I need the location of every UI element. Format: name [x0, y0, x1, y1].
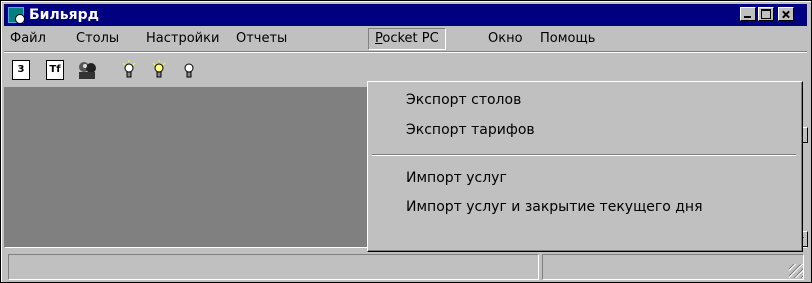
close-icon[interactable]: [778, 7, 794, 21]
menu-help[interactable]: Помощь: [534, 28, 601, 50]
menu-window[interactable]: Окно: [482, 28, 529, 50]
status-bar: [4, 252, 807, 280]
status-pane-main: [8, 254, 539, 280]
tariff-document-icon[interactable]: Tf: [46, 60, 64, 80]
title-bar[interactable]: Бильярд: [4, 4, 807, 26]
menu-export-tariffs[interactable]: Экспорт тарифов: [406, 119, 535, 141]
menu-pocket-pc-label: ocket PC: [382, 31, 439, 46]
resize-grip-icon[interactable]: [789, 264, 803, 278]
menu-pocket-pc[interactable]: Pocket PC: [368, 28, 446, 50]
minimize-icon[interactable]: [740, 7, 756, 21]
menu-import-services[interactable]: Импорт услуг: [406, 167, 507, 189]
maximize-icon[interactable]: [758, 7, 774, 21]
lightbulb-on-icon[interactable]: [122, 60, 136, 80]
status-pane-secondary: [542, 254, 804, 280]
people-icon[interactable]: [76, 60, 100, 80]
menu-settings[interactable]: Настройки: [140, 28, 225, 50]
menu-separator: [4, 51, 807, 53]
pocket-pc-menu: Экспорт столов Экспорт тарифов Импорт ус…: [367, 81, 803, 252]
menu-file[interactable]: Файл: [4, 28, 52, 50]
lightbulb-off-icon[interactable]: [182, 60, 196, 80]
app-icon[interactable]: [8, 7, 25, 24]
menu-bar: Файл Столы Настройки Отчеты Pocket PC Ок…: [4, 28, 807, 50]
lightbulb-on-icon[interactable]: [152, 60, 166, 80]
menu-import-services-close-day[interactable]: Импорт услуг и закрытие текущего дня: [406, 196, 703, 218]
menu-export-tables[interactable]: Экспорт столов: [406, 89, 521, 111]
window-title: Бильярд: [29, 7, 99, 23]
document-icon[interactable]: 3: [12, 60, 30, 80]
menu-separator: [372, 154, 796, 156]
menu-tables[interactable]: Столы: [70, 28, 125, 50]
menu-reports[interactable]: Отчеты: [230, 28, 293, 50]
app-window: Бильярд Файл Столы Настройки Отчеты Pock…: [0, 0, 812, 283]
